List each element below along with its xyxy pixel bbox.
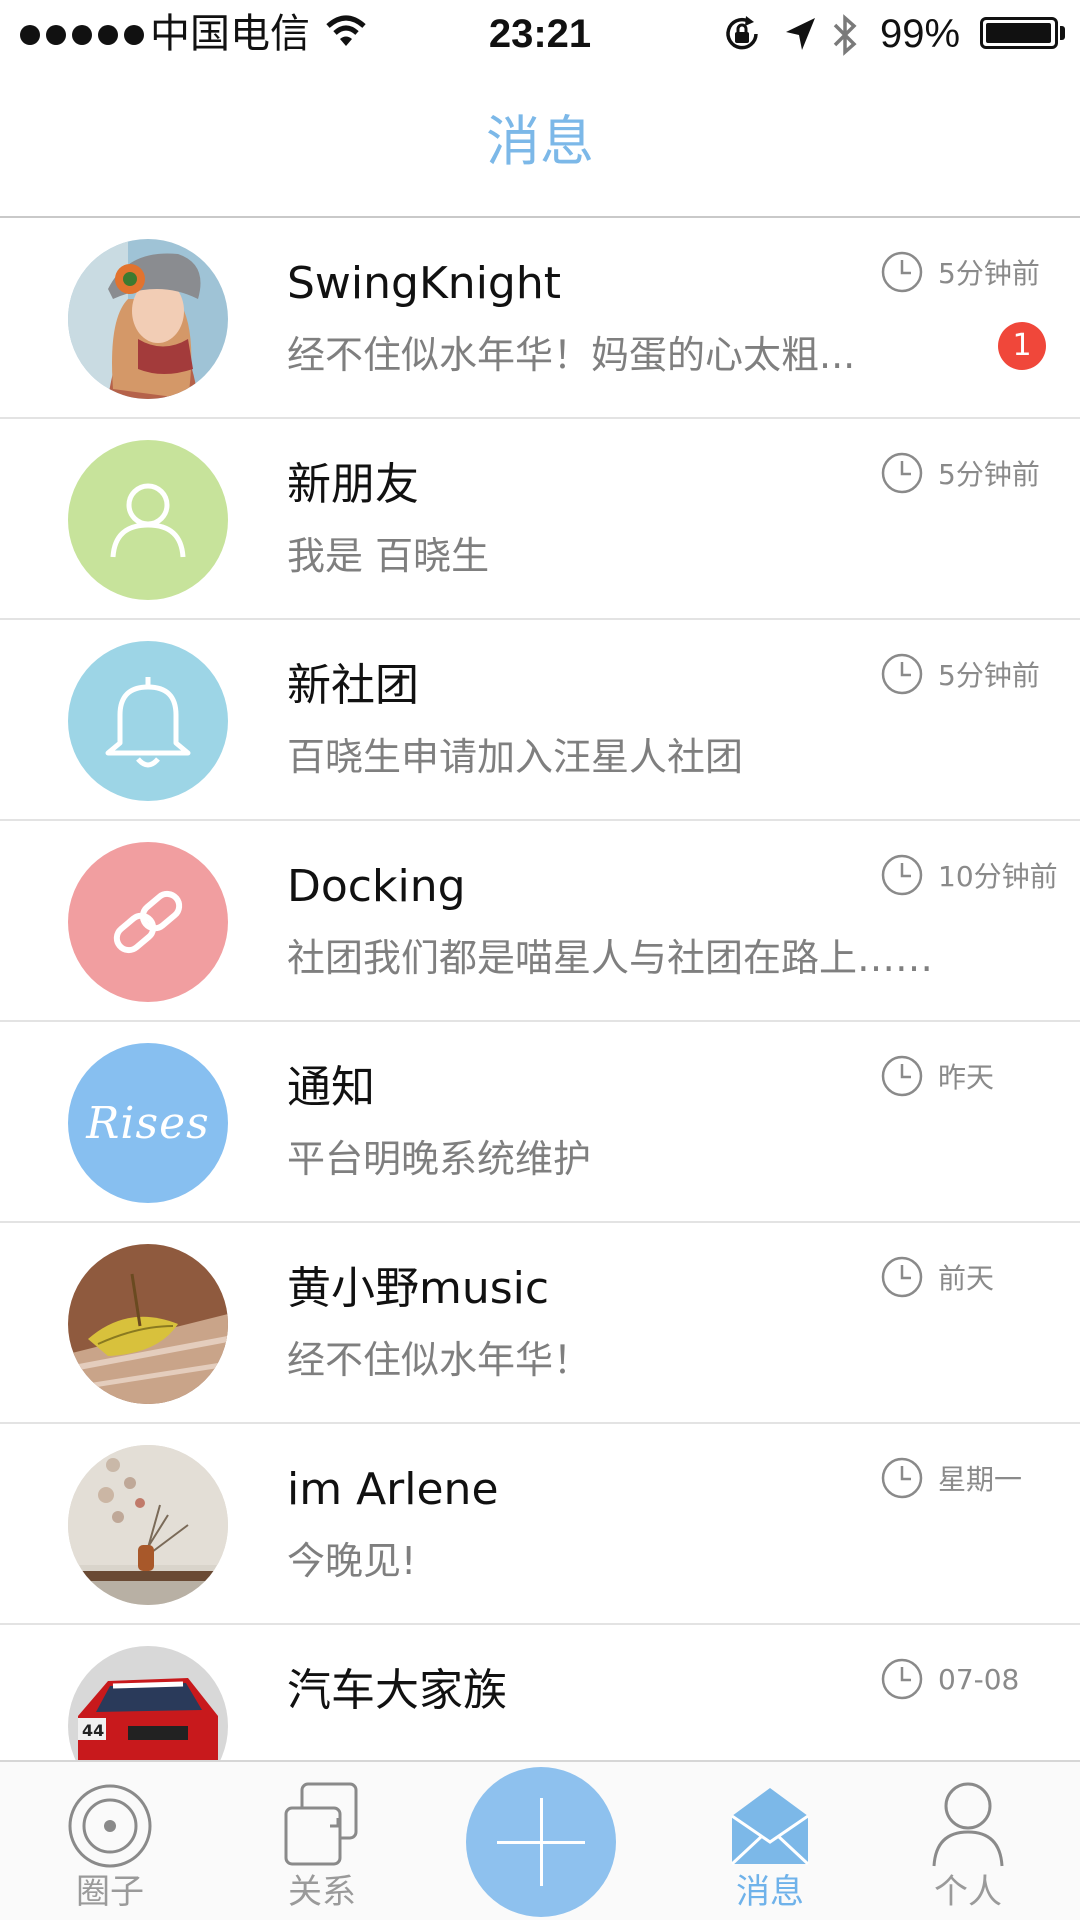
woman-with-hat-photo	[68, 239, 228, 399]
clock-icon	[881, 452, 923, 494]
message-preview: 社团我们都是喵星人与社团在路上……	[287, 936, 934, 980]
tab-messages[interactable]: 消息	[690, 1762, 850, 1922]
contact-name: SwingKnight	[287, 258, 561, 309]
message-row[interactable]: 黄小野music 经不住似水年华！ 前天	[0, 1223, 1080, 1424]
timestamp: 07-08	[880, 1657, 1019, 1701]
message-row[interactable]: SwingKnight 经不住似水年华！妈蛋的心太粗... 5分钟前 1	[0, 218, 1080, 419]
clock-icon	[881, 1658, 923, 1700]
message-preview: 百晓生申请加入汪星人社团	[287, 735, 744, 779]
link-icon	[113, 890, 183, 954]
tab-profile[interactable]: 个人	[888, 1762, 1048, 1922]
message-preview: 经不住似水年华！妈蛋的心太粗...	[287, 333, 856, 377]
avatar-photo[interactable]: 44	[68, 1646, 228, 1760]
avatar-docking[interactable]	[68, 842, 228, 1002]
bluetooth-icon	[833, 14, 857, 56]
time-label: 5分钟前	[938, 257, 1040, 290]
clock-icon	[881, 1055, 923, 1097]
avatar-new-group[interactable]	[68, 641, 228, 801]
avatar-photo[interactable]	[68, 1445, 228, 1605]
clock-icon	[881, 854, 923, 896]
time-label: 5分钟前	[938, 659, 1040, 692]
message-preview: 今晚见!	[287, 1539, 417, 1583]
clock-icon	[881, 653, 923, 695]
contact-name: 新社团	[287, 660, 419, 711]
rises-logo: Rises	[86, 1097, 210, 1149]
time-label: 07-08	[938, 1662, 1020, 1696]
tab-circle[interactable]: 圈子	[30, 1762, 190, 1922]
time-label: 5分钟前	[938, 458, 1040, 491]
circle-target-icon	[68, 1784, 152, 1868]
status-bar: 中国电信 23:21 99%	[0, 0, 1080, 70]
message-preview: 我是 百晓生	[287, 534, 490, 578]
relation-icon	[284, 1782, 358, 1866]
message-row[interactable]: im Arlene 今晚见! 星期一	[0, 1424, 1080, 1625]
timestamp: 星期一	[880, 1456, 1022, 1500]
bell-icon	[105, 677, 191, 768]
person-icon	[110, 483, 186, 558]
clock-icon	[881, 1256, 923, 1298]
mail-icon	[730, 1788, 810, 1866]
vase-photo	[68, 1445, 228, 1605]
battery-icon	[980, 17, 1058, 49]
location-arrow-icon	[786, 18, 815, 50]
unread-badge: 1	[998, 322, 1046, 370]
timestamp: 5分钟前	[880, 652, 1040, 696]
tab-label: 圈子	[76, 1872, 144, 1912]
tab-label: 消息	[736, 1872, 804, 1912]
timestamp: 5分钟前	[880, 250, 1040, 294]
svg-text:44: 44	[82, 1721, 104, 1740]
battery-percentage: 99%	[880, 12, 961, 56]
tab-label: 关系	[288, 1872, 356, 1912]
clock-icon	[881, 251, 923, 293]
message-preview: 平台明晚系统维护	[287, 1137, 592, 1181]
timestamp: 昨天	[880, 1054, 994, 1098]
time-label: 星期一	[938, 1463, 1023, 1496]
navigation-bar: 消息	[0, 70, 1080, 218]
timestamp: 5分钟前	[880, 451, 1040, 495]
contact-name: 汽车大家族	[287, 1665, 507, 1716]
contact-name: 新朋友	[287, 459, 419, 510]
tab-relations[interactable]: 关系	[242, 1762, 402, 1922]
time-label: 昨天	[938, 1061, 995, 1094]
page-title: 消息	[486, 110, 594, 173]
message-row[interactable]: 新社团 百晓生申请加入汪星人社团 5分钟前	[0, 620, 1080, 821]
contact-name: im Arlene	[287, 1464, 499, 1515]
compose-plus-button[interactable]	[466, 1767, 616, 1917]
timestamp: 10分钟前	[880, 853, 1058, 897]
avatar-new-friend[interactable]	[68, 440, 228, 600]
time-label: 前天	[938, 1262, 995, 1295]
contact-name: 通知	[287, 1062, 375, 1113]
battery-tip	[1060, 26, 1065, 40]
avatar-notice[interactable]: Rises	[68, 1043, 228, 1203]
message-row[interactable]: 44 汽车大家族 07-08	[0, 1625, 1080, 1760]
avatar-photo[interactable]	[68, 1244, 228, 1404]
avatar-photo[interactable]	[68, 239, 228, 399]
message-row[interactable]: 新朋友 我是 百晓生 5分钟前	[0, 419, 1080, 620]
person-icon	[932, 1782, 1004, 1867]
message-row[interactable]: Docking 社团我们都是喵星人与社团在路上…… 10分钟前	[0, 821, 1080, 1022]
contact-name: Docking	[287, 861, 466, 912]
contact-name: 黄小野music	[287, 1263, 550, 1314]
tab-label: 个人	[934, 1872, 1002, 1912]
clock-icon	[881, 1457, 923, 1499]
timestamp: 前天	[880, 1255, 994, 1299]
message-row[interactable]: Rises 通知 平台明晚系统维护 昨天	[0, 1022, 1080, 1223]
time-label: 10分钟前	[938, 860, 1058, 893]
leaf-photo	[68, 1244, 228, 1404]
rotation-lock-icon	[726, 16, 758, 50]
message-list[interactable]: SwingKnight 经不住似水年华！妈蛋的心太粗... 5分钟前 1 新朋友…	[0, 218, 1080, 1760]
message-preview: 经不住似水年华！	[287, 1338, 592, 1382]
car-photo: 44	[68, 1646, 228, 1760]
